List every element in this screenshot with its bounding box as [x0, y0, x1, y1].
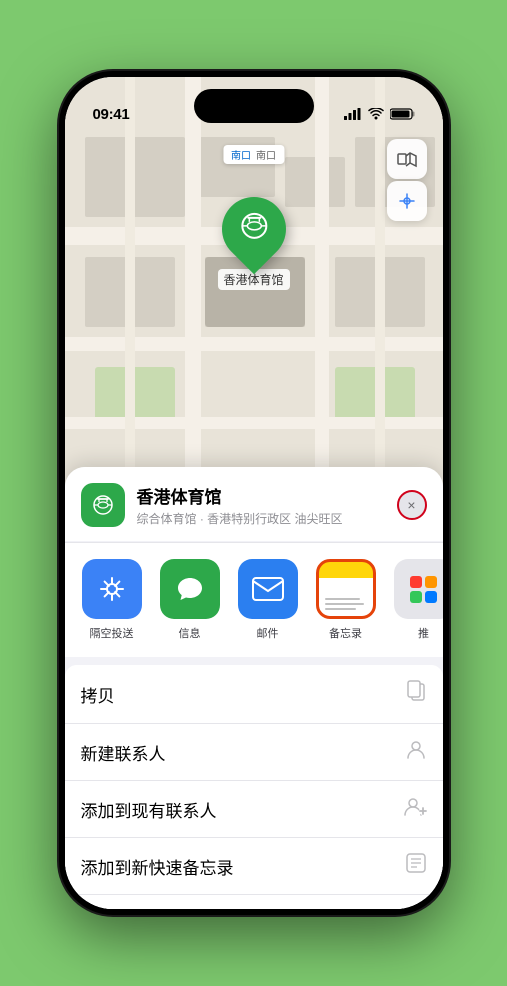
- marker-pin: [208, 184, 299, 275]
- add-existing-icon: [403, 795, 427, 823]
- close-button[interactable]: ×: [397, 490, 427, 520]
- more-label: 推: [418, 625, 429, 641]
- mail-label: 邮件: [257, 625, 279, 641]
- dynamic-island: [194, 89, 314, 123]
- action-new-contact[interactable]: 新建联系人: [65, 724, 443, 781]
- share-item-notes[interactable]: 备忘录: [311, 559, 381, 641]
- mail-icon: [238, 559, 298, 619]
- more-icon: [394, 559, 443, 619]
- share-row: 隔空投送 信息: [65, 542, 443, 657]
- action-copy-label: 拷贝: [81, 682, 115, 707]
- new-contact-icon: [405, 738, 427, 766]
- location-info: 香港体育馆 综合体育馆 · 香港特别行政区 油尖旺区: [137, 483, 385, 527]
- bottom-sheet: 香港体育馆 综合体育馆 · 香港特别行政区 油尖旺区 ×: [65, 467, 443, 909]
- copy-icon: [405, 679, 427, 709]
- phone-frame: 09:41: [59, 71, 449, 915]
- notes-label: 备忘录: [329, 625, 362, 641]
- location-button[interactable]: [387, 181, 427, 221]
- map-type-button[interactable]: [387, 139, 427, 179]
- close-icon: ×: [407, 497, 415, 513]
- airdrop-icon: [82, 559, 142, 619]
- share-item-airdrop[interactable]: 隔空投送: [77, 559, 147, 641]
- wifi-icon: [368, 108, 384, 123]
- action-add-note[interactable]: 添加到新快速备忘录: [65, 838, 443, 895]
- notes-icon: [316, 559, 376, 619]
- action-new-contact-label: 新建联系人: [81, 740, 166, 765]
- location-description: 综合体育馆 · 香港特别行政区 油尖旺区: [137, 510, 385, 527]
- action-print[interactable]: 打印: [65, 895, 443, 909]
- location-venue-icon: [81, 483, 125, 527]
- map-area: 南口 南口: [65, 77, 443, 497]
- action-copy[interactable]: 拷贝: [65, 665, 443, 724]
- airdrop-label: 隔空投送: [90, 625, 134, 641]
- status-time: 09:41: [93, 106, 130, 123]
- share-item-mail[interactable]: 邮件: [233, 559, 303, 641]
- battery-icon: [390, 108, 415, 123]
- signal-icon: [344, 108, 362, 123]
- action-list: 拷贝 新建联系人: [65, 665, 443, 909]
- location-header: 香港体育馆 综合体育馆 · 香港特别行政区 油尖旺区 ×: [65, 467, 443, 541]
- location-marker: 香港体育馆: [217, 197, 289, 290]
- action-add-existing-label: 添加到现有联系人: [81, 797, 217, 822]
- action-add-existing[interactable]: 添加到现有联系人: [65, 781, 443, 838]
- add-note-icon: [405, 852, 427, 880]
- phone-screen: 09:41: [65, 77, 443, 909]
- messages-icon: [160, 559, 220, 619]
- share-item-more[interactable]: 推: [389, 559, 443, 641]
- marker-inner: [235, 208, 271, 251]
- status-icons: [344, 108, 415, 123]
- map-controls: [387, 139, 427, 221]
- action-add-note-label: 添加到新快速备忘录: [81, 854, 234, 879]
- map-label: 南口 南口: [223, 145, 284, 164]
- messages-label: 信息: [179, 625, 201, 641]
- share-item-messages[interactable]: 信息: [155, 559, 225, 641]
- location-name: 香港体育馆: [137, 483, 385, 508]
